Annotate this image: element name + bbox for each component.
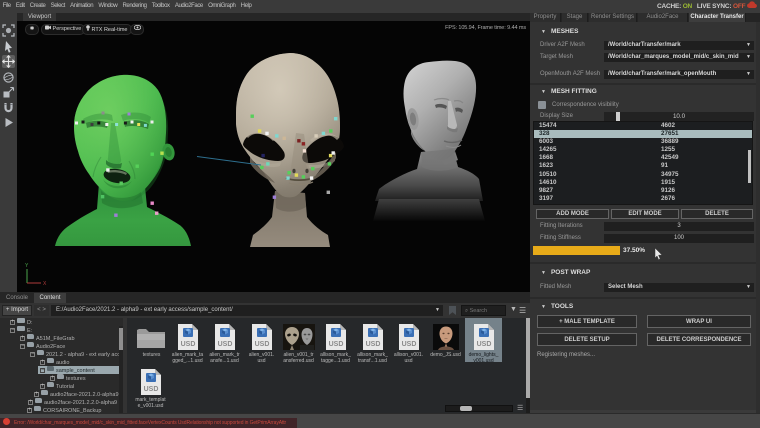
svg-text:X: X [43,281,47,287]
svg-text:Y: Y [25,263,29,269]
